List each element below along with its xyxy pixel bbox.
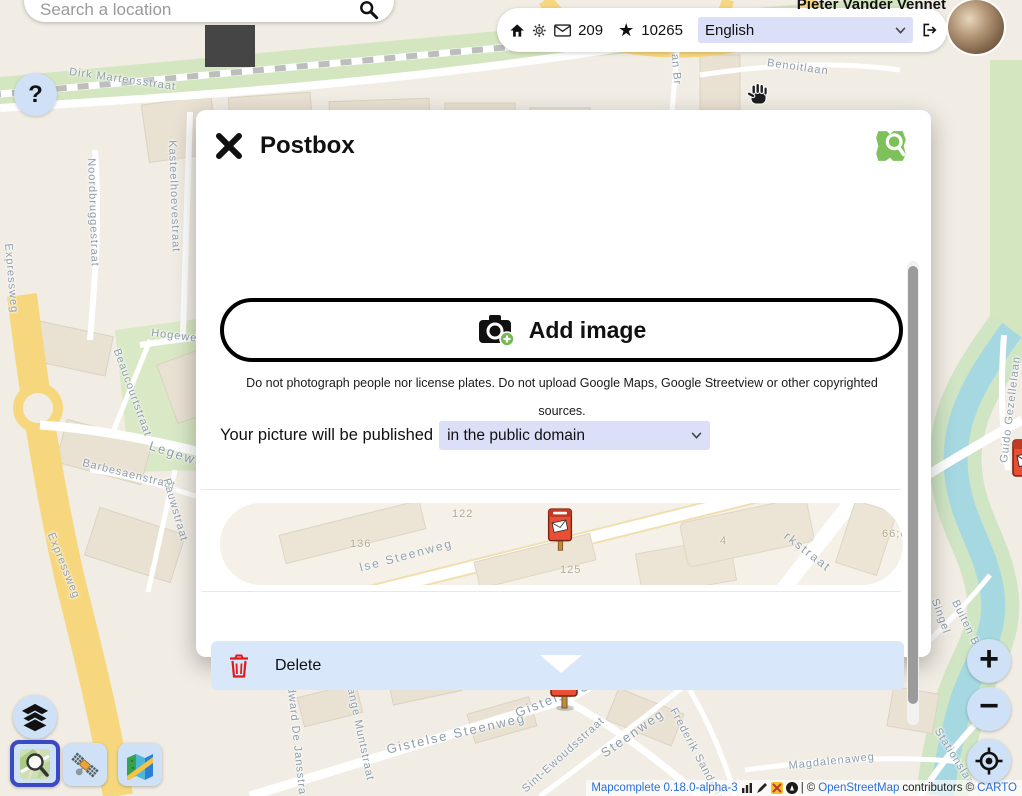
background-satellite-button[interactable]: [63, 743, 107, 786]
mail-count: 209: [578, 22, 603, 39]
zoom-in-button[interactable]: +: [967, 639, 1011, 683]
delete-label: Delete: [275, 657, 321, 675]
hand-cursor-icon: [746, 82, 772, 108]
home-icon[interactable]: [509, 21, 525, 40]
mini-map-building: [473, 533, 596, 585]
camera-icon: [477, 313, 515, 347]
layers-icon: [20, 702, 50, 732]
license-row: Your picture will be published in the pu…: [220, 421, 710, 450]
housenumber-label: 125: [560, 564, 581, 576]
image-disclaimer: Do not photograph people nor license pla…: [234, 369, 890, 425]
housenumber-label: 122: [452, 508, 473, 520]
license-select[interactable]: in the public domain: [439, 421, 710, 450]
license-prefix: Your picture will be published: [220, 426, 433, 445]
help-label: ?: [28, 81, 43, 109]
postbox-marker[interactable]: [546, 507, 574, 555]
background-map-button[interactable]: [118, 743, 162, 786]
dialog-title: Postbox: [260, 132, 355, 160]
postbox-dialog: Postbox Add image Do not photograph peop…: [196, 110, 931, 657]
add-image-button[interactable]: Add image: [220, 298, 903, 362]
avatar[interactable]: [946, 0, 1006, 56]
logout-icon[interactable]: [920, 20, 937, 40]
mini-map[interactable]: 122 136 125 4 66;68 rkstraat lse Steenwe…: [220, 503, 903, 585]
zoom-out-button[interactable]: −: [967, 687, 1011, 731]
add-image-label: Add image: [529, 317, 647, 344]
satellite-icon: [70, 750, 100, 780]
mapillary-logo-icon[interactable]: [786, 782, 798, 794]
search-icon[interactable]: [356, 0, 382, 20]
close-icon[interactable]: [215, 132, 243, 160]
trash-icon: [229, 654, 249, 678]
pencil-icon[interactable]: [756, 782, 768, 794]
dialog-content: Add image Do not photograph people nor l…: [196, 183, 931, 657]
dark-building: [205, 25, 255, 67]
zoom-in-label: +: [979, 640, 999, 679]
username[interactable]: Pieter Vander Vennet: [797, 0, 946, 13]
geolocate-icon: [974, 746, 1004, 776]
folded-map-icon: [125, 750, 155, 780]
housenumber-label: 4: [720, 535, 727, 547]
user-panel: 209 ★ 10265 English: [497, 8, 947, 52]
gear-icon[interactable]: [532, 22, 547, 39]
geolocate-button[interactable]: [967, 739, 1011, 783]
osm-link[interactable]: OpenStreetMap: [818, 782, 899, 794]
postbox-marker-edge[interactable]: [1010, 438, 1022, 492]
housenumber-label: 136: [350, 538, 371, 550]
stats-icon[interactable]: [741, 782, 753, 794]
help-button[interactable]: ?: [14, 73, 57, 116]
search-input[interactable]: [24, 0, 356, 22]
attribution-divider: |: [801, 782, 804, 794]
mapcomplete-theme-icon: [873, 128, 909, 164]
zoom-out-label: −: [979, 687, 999, 726]
chevron-down-icon: [691, 432, 702, 439]
background-osm-button[interactable]: [10, 740, 60, 787]
dialog-pointer: [540, 655, 582, 673]
copyright-symbol: ©: [807, 782, 815, 794]
chevron-down-icon: [895, 27, 906, 34]
dialog-header: Postbox: [196, 110, 931, 183]
contributors-text: contributors ©: [902, 782, 974, 794]
license-value: in the public domain: [447, 427, 585, 445]
attribution-bar: Mapcomplete 0.18.0-alpha-3 | © OpenStree…: [586, 780, 1022, 796]
language-value: English: [705, 22, 754, 39]
mail-icon[interactable]: [554, 23, 571, 38]
dialog-scrollbar[interactable]: [907, 261, 919, 725]
mapcomplete-version-link[interactable]: Mapcomplete 0.18.0-alpha-3: [591, 782, 737, 794]
housenumber-label: 66;68: [882, 528, 903, 540]
osm-map-icon: [19, 748, 51, 780]
layers-button[interactable]: [13, 695, 57, 739]
star-count: 10265: [641, 22, 683, 39]
scrollbar-thumb[interactable]: [908, 266, 918, 704]
josm-logo-icon[interactable]: [771, 782, 783, 794]
search-bar[interactable]: [24, 0, 394, 22]
star-icon[interactable]: ★: [618, 21, 634, 39]
carto-link[interactable]: CARTO: [977, 782, 1017, 794]
language-select[interactable]: English: [698, 17, 913, 43]
